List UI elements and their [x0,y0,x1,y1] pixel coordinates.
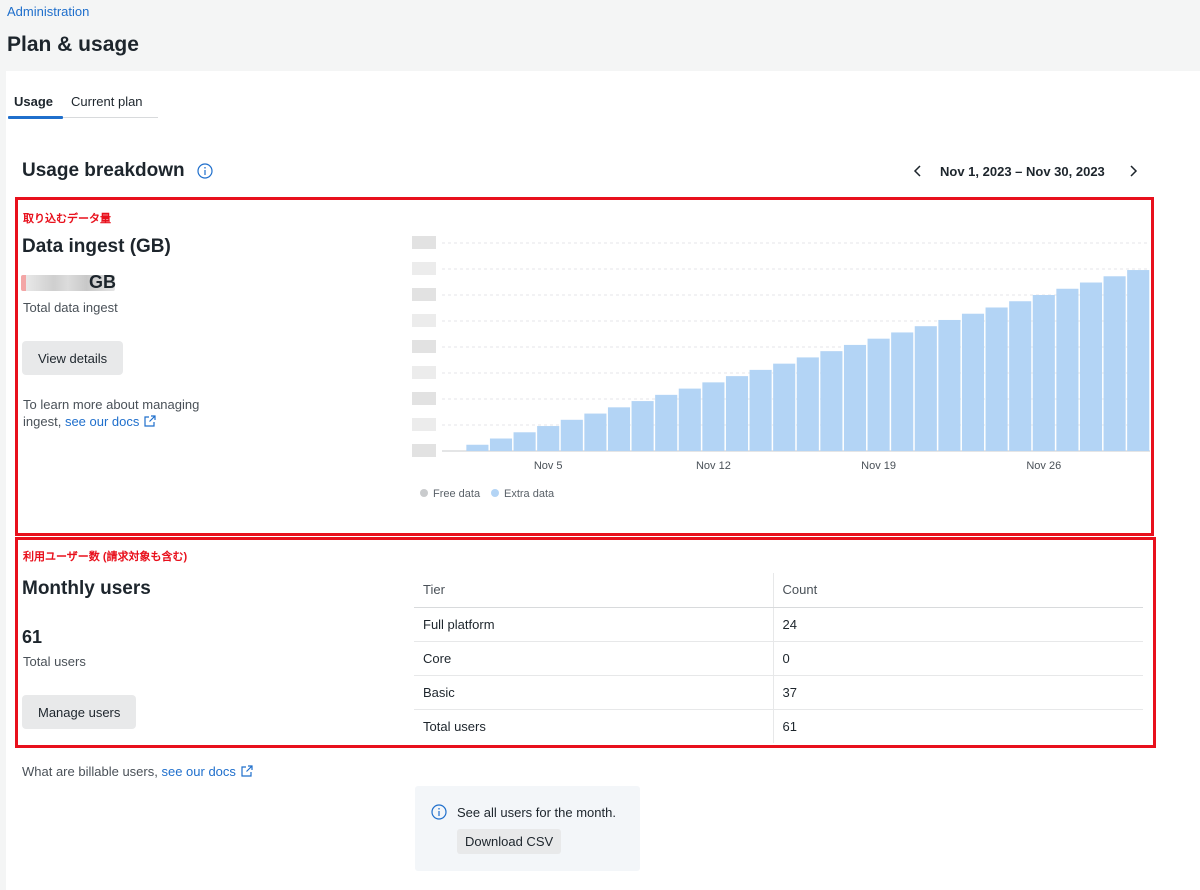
ingest-unit: GB [89,272,116,292]
active-tab-indicator [8,116,63,119]
bar-extra[interactable] [560,419,583,451]
tab-current-plan[interactable]: Current plan [71,94,143,109]
legend-extra: Extra data [491,488,554,500]
users-caption: Total users [23,654,86,669]
bar-extra[interactable] [607,407,631,451]
bar-extra[interactable] [1103,276,1126,451]
bar-extra[interactable] [702,382,725,451]
bar-extra[interactable] [537,426,560,451]
table-header-row: Tier Count [414,573,1143,608]
y-tick-label-redacted [412,262,436,275]
bar-extra[interactable] [867,338,890,451]
y-tick-label-redacted [412,392,436,405]
ingest-caption: Total data ingest [23,300,118,315]
bar-extra[interactable] [489,438,513,451]
bar-extra[interactable] [513,432,536,451]
y-tick-label-redacted [412,366,436,379]
bar-extra[interactable] [584,413,607,451]
legend-extra-label: Extra data [504,488,555,500]
tab-bar: Usage Current plan [8,85,158,119]
tab-usage[interactable]: Usage [14,94,53,109]
tier-name: Total users [414,709,774,743]
bar-extra[interactable] [796,357,819,451]
y-tick-label-redacted [412,288,436,301]
x-tick-label: Nov 5 [534,460,563,472]
y-tick-label-redacted [412,340,436,353]
bar-extra[interactable] [1127,270,1150,451]
table-row: Core 0 [414,641,1143,676]
billable-label: What are billable users, [22,764,158,779]
bar-extra[interactable] [725,376,749,451]
bar-extra[interactable] [749,369,772,451]
bar-extra[interactable] [914,326,937,451]
view-details-button[interactable]: View details [22,341,124,375]
info-icon [431,804,447,820]
y-tick-label-redacted [412,236,436,249]
legend-dot-extra [491,489,499,497]
bar-extra[interactable] [1032,295,1055,451]
users-total: 61 [22,627,43,647]
breadcrumb[interactable]: Administration [7,4,89,19]
tier-name: Full platform [414,607,774,642]
legend-free: Free data [420,488,480,500]
ingest-title: Data ingest (GB) [22,236,171,257]
table-row: Full platform 24 [414,607,1143,642]
chevron-right-icon[interactable] [1126,163,1140,179]
date-range-label: Nov 1, 2023 – Nov 30, 2023 [940,164,1105,179]
header-tier: Tier [414,573,774,608]
header-count: Count [773,573,1143,608]
external-link-icon[interactable] [240,764,254,778]
users-title: Monthly users [22,578,151,599]
bar-extra[interactable] [655,394,678,451]
tier-count: 0 [773,641,1143,676]
bar-extra[interactable] [773,363,796,451]
main-panel: Usage Current plan Usage breakdown Nov 1… [6,71,1200,890]
legend-free-label: Free data [433,488,481,500]
bar-extra[interactable] [985,307,1008,451]
bar-extra[interactable] [678,388,701,451]
tier-count: 37 [773,675,1143,710]
bar-extra[interactable] [820,351,843,451]
users-annotation: 利用ユーザー数 (請求対象も含む) [23,551,188,563]
bar-extra[interactable] [843,344,867,451]
tier-count: 24 [773,607,1143,642]
tier-table: Tier Count Full platform 24 Core 0 Basic… [414,573,1143,743]
billable-docs-link[interactable]: see our docs [161,764,235,779]
csv-download-panel: See all users for the month. Download CS… [415,786,640,871]
chevron-left-icon[interactable] [911,163,925,179]
table-row: Total users 61 [414,709,1143,743]
y-tick-label-redacted [412,418,436,431]
tier-name: Core [414,641,774,676]
tier-name: Basic [414,675,774,710]
bar-extra[interactable] [961,313,985,451]
csv-info-text: See all users for the month. [457,805,616,820]
bar-extra[interactable] [1056,288,1079,451]
manage-users-button[interactable]: Manage users [22,695,137,729]
legend-dot-free [420,489,428,497]
bar-extra[interactable] [631,401,654,451]
page-title: Plan & usage [7,33,139,56]
bar-extra[interactable] [938,319,961,451]
usage-breakdown-title: Usage breakdown [22,160,185,181]
ingest-help-text: To learn more about managing ingest, see… [23,396,223,430]
bar-extra[interactable] [1079,282,1103,451]
tier-count: 61 [782,718,797,734]
billable-users-help: What are billable users, see our docs [22,764,254,779]
ingest-bar-chart: Nov 5 Nov 12 Nov 19 Nov 26 [412,236,1150,472]
bar-extra[interactable] [466,444,489,451]
info-icon[interactable] [197,163,213,179]
x-tick-label: Nov 12 [696,460,731,472]
x-tick-label: Nov 19 [861,460,896,472]
y-tick-label-redacted [412,444,436,457]
ingest-docs-link[interactable]: see our docs [65,414,139,429]
external-link-icon[interactable] [143,414,157,428]
ingest-annotation: 取り込むデータ量 [23,213,111,225]
bar-extra[interactable] [891,332,914,451]
x-tick-label: Nov 26 [1026,460,1061,472]
download-csv-button[interactable]: Download CSV [457,829,562,854]
y-tick-label-redacted [412,314,436,327]
table-row: Basic 37 [414,675,1143,710]
bar-extra[interactable] [1009,301,1032,451]
